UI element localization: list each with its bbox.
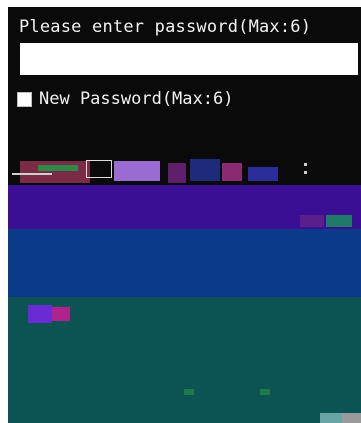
glitch-noise <box>304 171 307 174</box>
new-password-option[interactable]: New Password(Max:6) <box>17 89 233 109</box>
corrupted-display-area <box>8 157 361 423</box>
glitch-noise <box>222 163 242 181</box>
glitch-noise <box>28 305 52 323</box>
new-password-label: New Password(Max:6) <box>39 89 234 109</box>
password-prompt: Please enter password(Max:6) <box>19 17 312 37</box>
glitch-noise <box>38 165 78 171</box>
glitch-noise <box>304 163 307 166</box>
glitch-noise <box>260 389 270 395</box>
password-input[interactable] <box>20 43 358 75</box>
glitch-noise <box>12 173 52 175</box>
glitch-noise <box>320 413 342 423</box>
glitch-noise <box>114 161 160 181</box>
glitch-band-blue <box>8 229 361 297</box>
new-password-checkbox[interactable] <box>17 91 32 107</box>
glitch-noise <box>184 389 194 395</box>
glitch-noise <box>190 159 220 181</box>
glitch-noise <box>326 215 352 227</box>
glitch-noise <box>342 413 361 423</box>
glitch-noise <box>248 167 278 181</box>
glitch-noise <box>86 160 112 178</box>
glitch-noise <box>168 163 186 183</box>
password-dialog: Please enter password(Max:6) New Passwor… <box>8 7 361 423</box>
glitch-noise <box>300 215 324 227</box>
glitch-noise <box>52 307 70 321</box>
